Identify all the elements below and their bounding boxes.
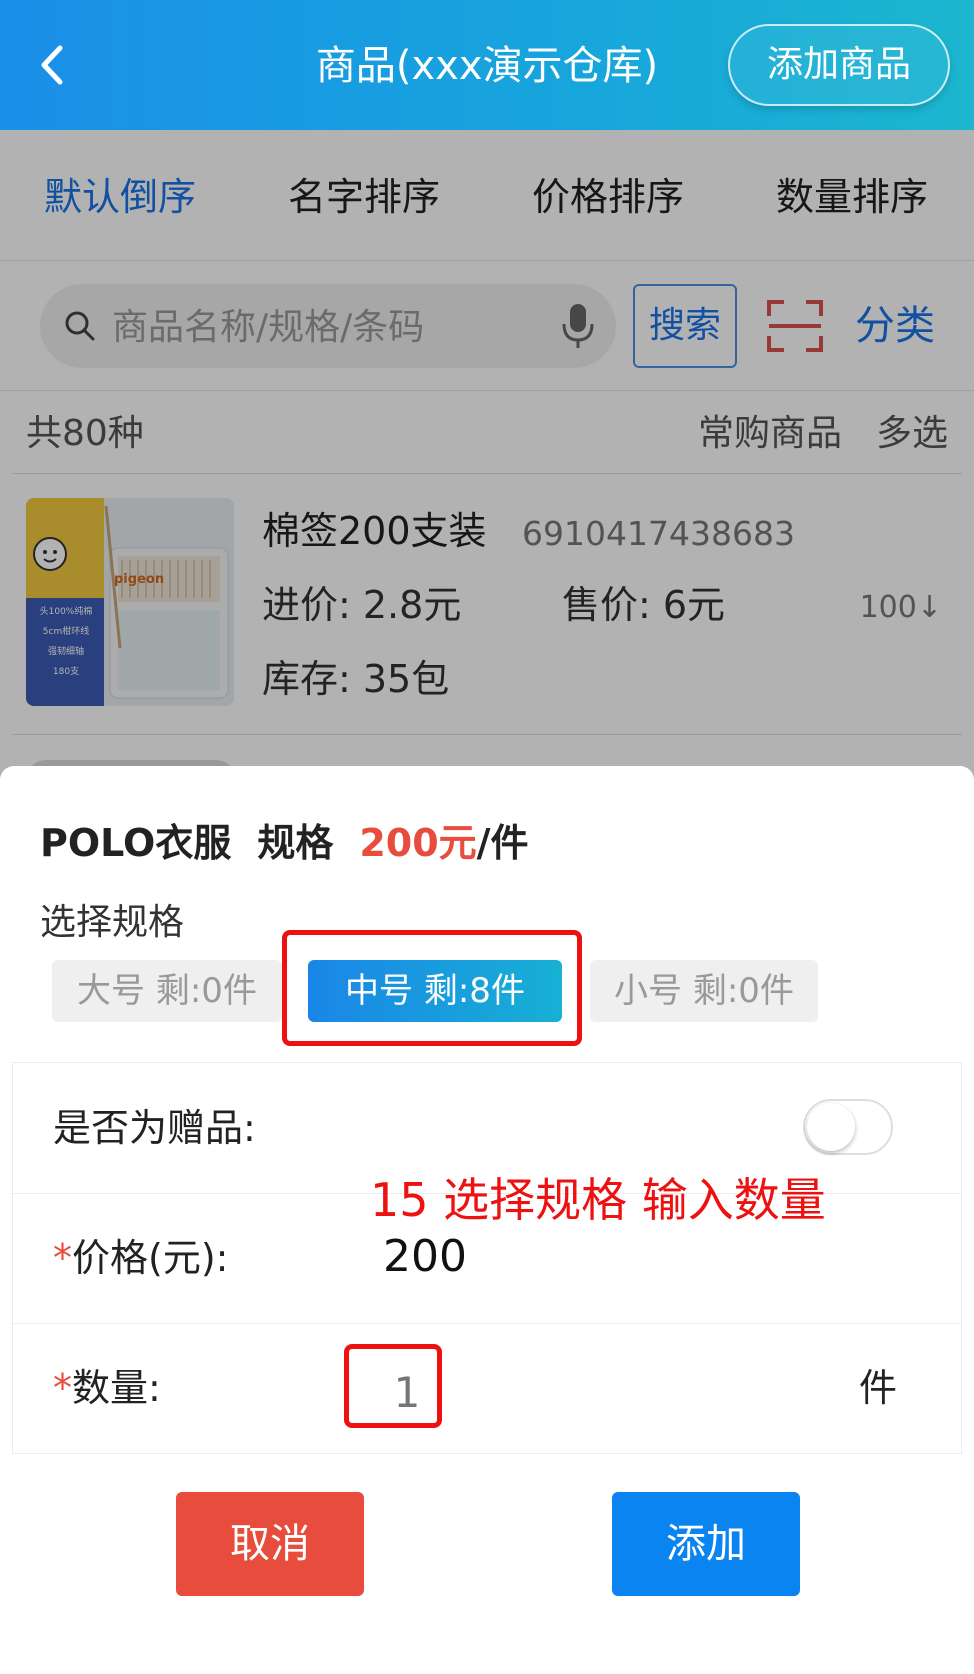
sheet-title: POLO衣服 规格 200元/件 — [40, 816, 529, 870]
toggle-knob — [807, 1103, 855, 1151]
add-button[interactable]: 添加 — [612, 1492, 800, 1596]
gift-label: 是否为赠品: — [53, 1106, 256, 1150]
sheet-spec-word: 规格 — [257, 821, 334, 865]
sheet-product-name: POLO衣服 — [40, 821, 232, 865]
spec-bottom-sheet: POLO衣服 规格 200元/件 选择规格 大号 剩:0件 中号 剩:8件 小号 剩… — [0, 766, 974, 1674]
price-value[interactable]: 200 — [383, 1229, 467, 1285]
quantity-unit: 件 — [858, 1366, 897, 1410]
gift-toggle[interactable] — [803, 1099, 893, 1155]
cancel-button[interactable]: 取消 — [176, 1492, 364, 1596]
spec-chip-small[interactable]: 小号 剩:0件 — [590, 960, 818, 1022]
spec-chip-large[interactable]: 大号 剩:0件 — [52, 960, 282, 1022]
sheet-price: 200元 — [359, 821, 477, 865]
price-label: *价格(元): — [53, 1236, 229, 1280]
spec-form: 是否为赠品: *价格(元): 200 *数量: 件 — [12, 1062, 962, 1454]
tutorial-annotation: 15 选择规格 输入数量 — [370, 1173, 826, 1227]
app-header: 商品(xxx演示仓库) 添加商品 — [0, 0, 974, 130]
highlight-box-quantity — [344, 1344, 442, 1428]
add-product-button[interactable]: 添加商品 — [728, 24, 950, 106]
quantity-row: *数量: 件 — [13, 1323, 961, 1453]
sheet-unit: /件 — [476, 821, 529, 865]
quantity-label: *数量: — [53, 1366, 161, 1410]
select-spec-label: 选择规格 — [40, 902, 185, 943]
highlight-box-spec — [282, 930, 582, 1046]
